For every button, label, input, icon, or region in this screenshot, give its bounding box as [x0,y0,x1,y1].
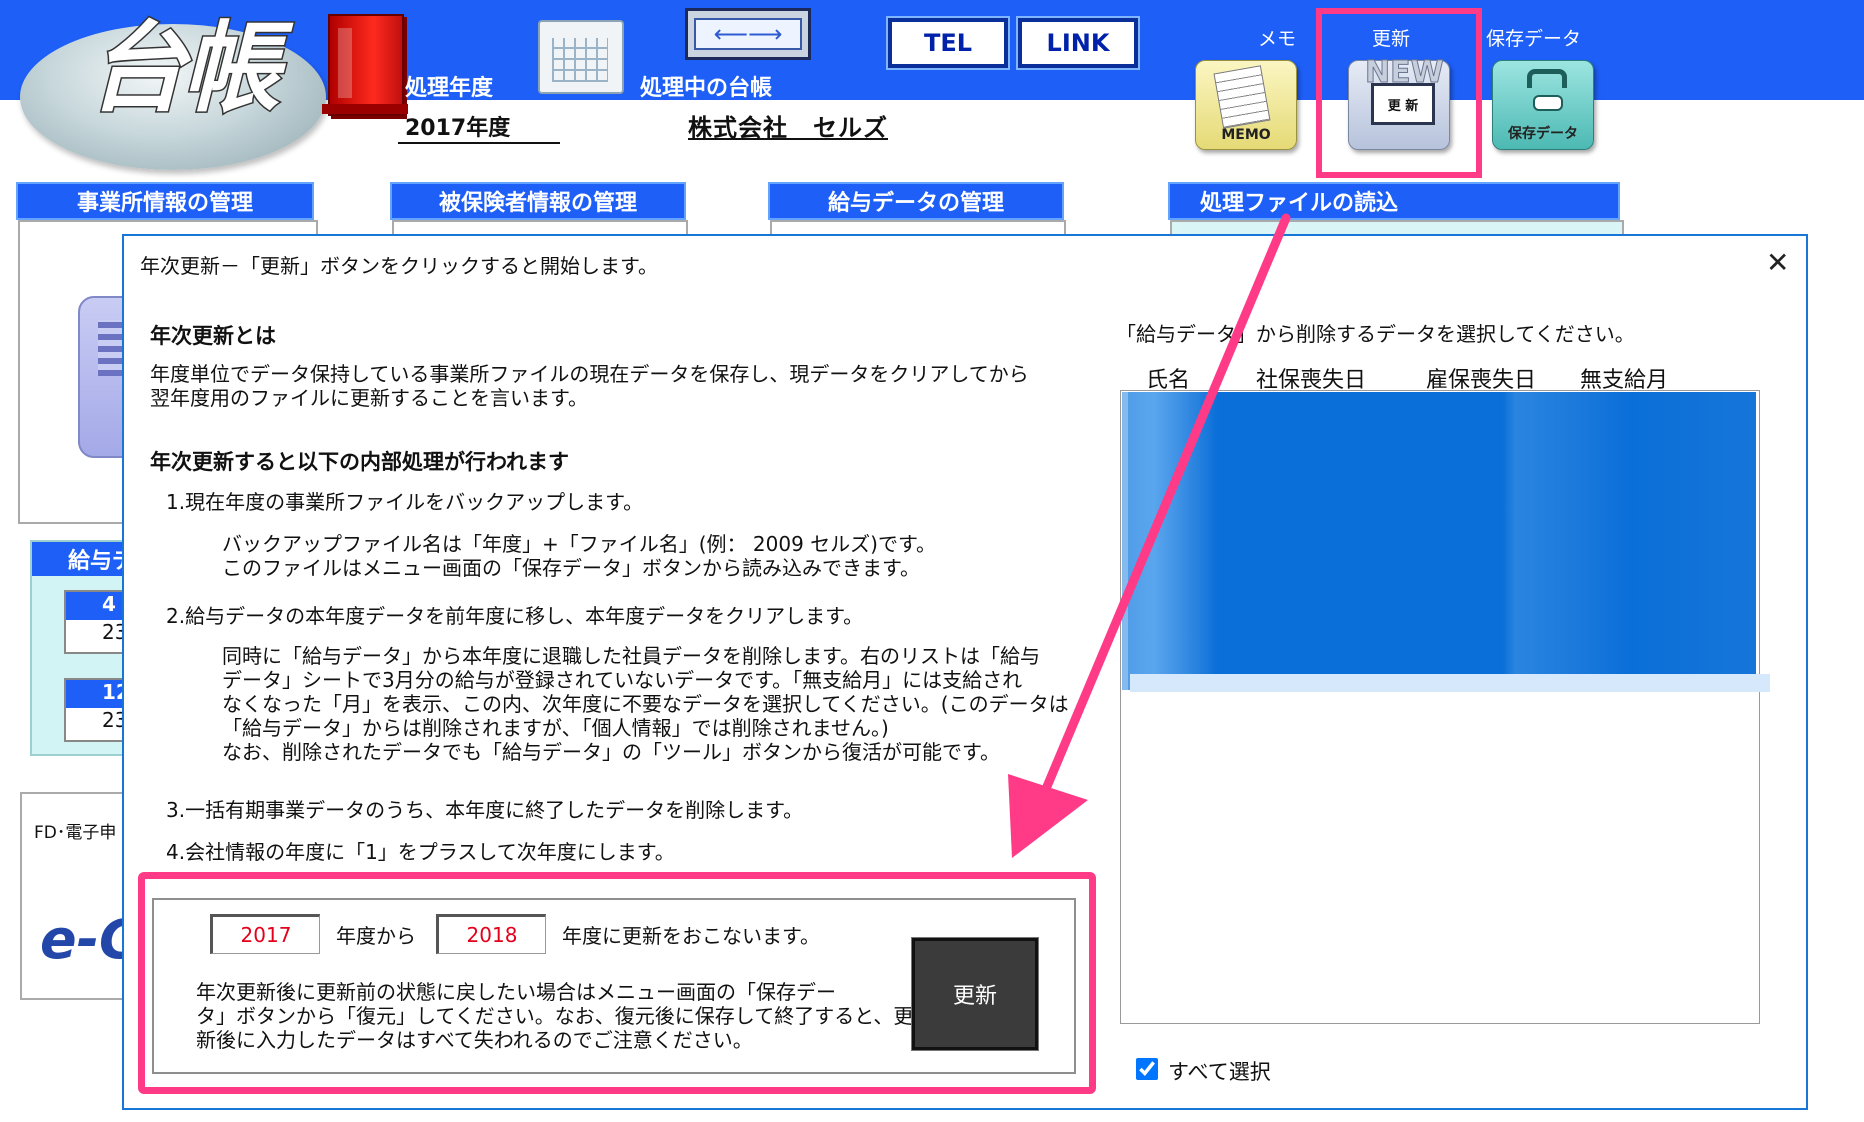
step-1-text: 1.現在年度の事業所ファイルをバックアップします。 [166,490,644,514]
calendar-icon[interactable] [538,20,624,94]
salary-data-section-title[interactable]: 給与データの管理 [768,182,1064,220]
step-4-text: 4.会社情報の年度に「1」をプラスして次年度にします。 [166,840,675,864]
select-all-label: すべて選択 [1168,1060,1271,1084]
step-2-detail: なくなった「月」を表示、この内、次年度に不要なデータを選択してください。(このデ… [222,692,1069,716]
processing-year-value: 2017年度 [405,116,511,141]
description-line: 年度単位でデータ保持している事業所ファイルの現在データを保存し、現データをクリア… [150,362,1029,386]
ledger-binder-base [322,104,408,114]
save-data-button[interactable]: 保存データ [1492,60,1594,150]
description-line: 翌年度用のファイルに更新することを言います。 [150,386,588,410]
company-name: 株式会社 セルズ [688,114,888,142]
step-2-detail: 「給与データ」からは削除されますが、「個人情報」では削除されません。) [222,716,889,740]
memo-icon-label: MEMO [1221,127,1271,143]
close-icon[interactable]: ✕ [1766,246,1789,279]
selected-rows-edge [1130,674,1770,692]
double-arrow-icon: ⟵⟶ [694,18,802,50]
salary-mini-panel-title: 給与デ [32,542,136,576]
insured-info-section-title[interactable]: 被保険者情報の管理 [390,182,686,220]
memo-button[interactable]: MEMO [1195,60,1297,150]
step-2-detail: なお、削除されたデータでも「給与データ」の「ツール」ボタンから復活が可能です。 [222,740,1000,764]
step-3-text: 3.一括有期事業データのうち、本年度に終了したデータを削除します。 [166,798,804,822]
briefcase-icon [1527,69,1567,88]
step-2-detail: 同時に「給与データ」から本年度に退職した社員データを削除します。右のリストは「給… [222,644,1040,668]
office-info-section-title[interactable]: 事業所情報の管理 [16,182,314,220]
internal-process-heading: 年次更新すると以下の内部処理が行われます [150,450,569,474]
switch-ledger-button[interactable]: ⟵⟶ [685,8,811,60]
step-1-detail: このファイルはメニュー画面の「保存データ」ボタンから読み込みできます。 [222,556,920,580]
update-button-highlight [1316,8,1482,178]
load-file-section-title[interactable]: 処理ファイルの読込 [1168,182,1620,220]
step-2-text: 2.給与データの本年度データを前年度に移し、本年度データをクリアします。 [166,604,864,628]
dialog-title: 年次更新－「更新」ボタンをクリックすると開始します。 [140,254,658,278]
step-1-detail: バックアップファイル名は「年度」+「ファイル名」(例： 2009 セルズ)です。 [222,532,936,556]
selected-rows-redacted[interactable] [1122,392,1756,690]
select-all-checkbox[interactable] [1136,1058,1158,1080]
key-icon [1533,95,1563,111]
what-is-annual-update-heading: 年次更新とは [150,324,276,348]
memo-caption: メモ [1258,28,1297,50]
processing-year-label: 処理年度 [405,76,494,101]
ledger-binder-icon [328,14,404,116]
tel-button[interactable]: TEL [886,16,1010,70]
save-data-caption: 保存データ [1486,28,1582,50]
save-data-icon-label: 保存データ [1508,126,1578,142]
app-logo-text: 台帳 [86,11,281,126]
year-underline [398,142,560,144]
update-area-highlight [138,872,1096,1094]
processing-ledger-label: 処理中の台帳 [640,76,773,101]
link-button[interactable]: LINK [1016,16,1140,70]
memo-paper-icon [1213,65,1271,129]
step-2-detail: データ」シートで3月分の給与が登録されていないデータです。「無支給月」には支給さ… [222,668,1023,692]
electronic-filing-label: FD･電子申 [34,823,117,843]
deletion-list-caption: 「給与データ」から削除するデータを選択してください。 [1116,322,1635,346]
